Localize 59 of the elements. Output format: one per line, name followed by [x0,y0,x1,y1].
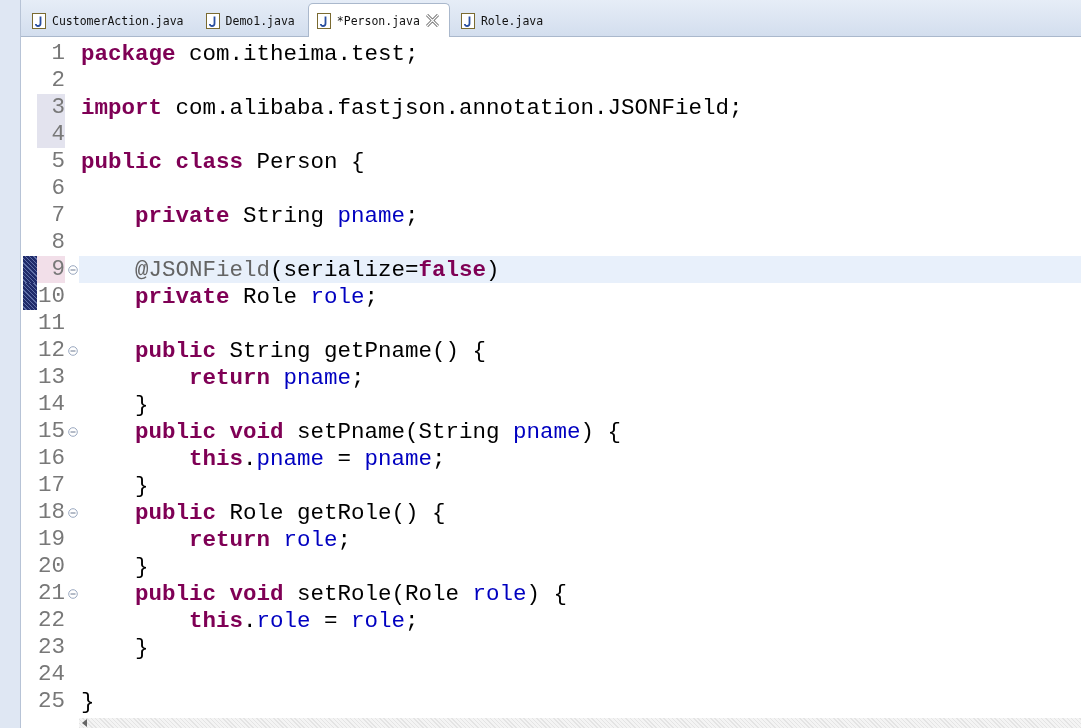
line-number: 1 [50,40,65,67]
code-line: } [134,634,149,661]
line-number: 10 [37,283,65,310]
java-file-icon [460,13,475,29]
line-number: 4 [37,121,65,148]
line-number: 18 [37,499,65,526]
line-number: 9 [37,256,65,283]
line-number: 19 [37,526,65,553]
line-number: 23 [37,634,65,661]
line-number: 5 [50,148,65,175]
horizontal-scrollbar[interactable] [79,718,1081,728]
line-number: 11 [37,310,65,337]
line-number: 12 [37,337,65,364]
line-number: 7 [50,202,65,229]
code-line: } [134,472,149,499]
code-line: } [81,688,95,715]
code-line: } [134,391,149,418]
line-number: 6 [50,175,65,202]
code-line: @JSONField(serialize=false) [134,256,500,283]
code-line: public void setRole(Role role) { [134,580,568,607]
code-line: public String getPname() { [134,337,487,364]
editor-tab[interactable]: CustomerAction.java [23,5,195,36]
line-number: 21 [37,580,65,607]
java-file-icon [32,13,46,29]
line-number: 3 [37,94,65,121]
collapse-icon[interactable] [68,588,78,599]
line-number: 20 [37,553,65,580]
collapse-icon[interactable] [68,507,78,518]
code-line: private String pname; [134,202,419,229]
code-line: public Role getRole() { [134,499,446,526]
java-file-icon [316,12,331,29]
code-line: private Role role; [134,283,379,310]
line-number: 16 [37,445,65,472]
java-file-icon [205,13,220,29]
line-number: 13 [37,364,65,391]
code-line: package com.itheima.test; [81,40,419,67]
code-line: import com.alibaba.fastjson.annotation.JSONField; [81,94,743,121]
code-line: this.role = role; [188,607,419,634]
line-number: 22 [37,607,65,634]
collapse-icon[interactable] [68,345,78,356]
editor-tab[interactable]: *Person.java [307,3,450,37]
line-number: 15 [37,418,65,445]
collapse-icon[interactable] [68,264,78,275]
line-number: 17 [37,472,65,499]
code-line: return pname; [188,364,365,391]
line-number: 2 [50,67,65,94]
code-line: } [134,553,149,580]
editor-tab[interactable]: Role.java [451,5,555,36]
line-number: 25 [37,688,65,715]
code-line: public class Person { [81,148,365,175]
close-icon[interactable] [425,14,439,27]
code-line: return role; [188,526,352,553]
line-number: 14 [37,391,65,418]
code-line: this.pname = pname; [188,445,446,472]
collapse-icon[interactable] [68,426,78,437]
code-line: public void setPname(String pname) { [134,418,622,445]
editor-tab[interactable]: Demo1.java [196,5,306,36]
line-number: 24 [37,661,65,688]
line-number: 8 [50,229,65,256]
